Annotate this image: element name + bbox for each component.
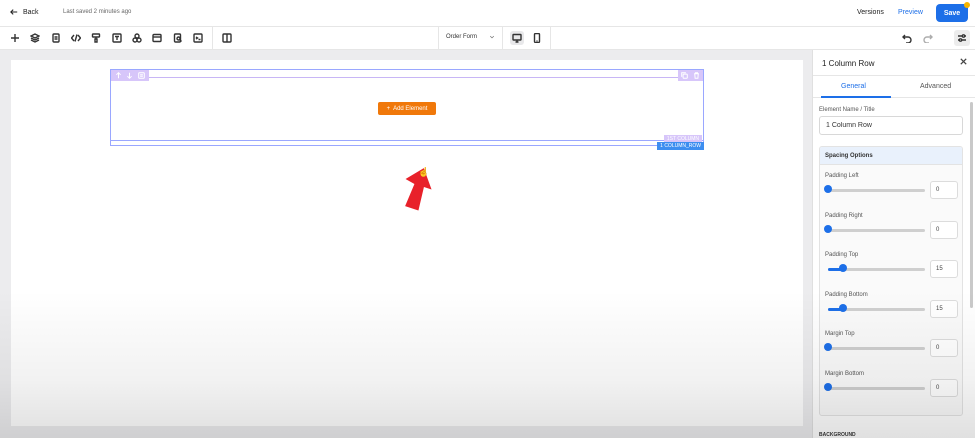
slider-label: Margin Top bbox=[825, 331, 855, 337]
slider-value-input[interactable]: 15 bbox=[930, 299, 958, 318]
slider-group: Margin Top 0 bbox=[820, 331, 962, 369]
slider-track[interactable] bbox=[828, 189, 925, 192]
tab-advanced[interactable]: Advanced bbox=[920, 83, 951, 90]
row-controls-right bbox=[678, 70, 703, 81]
back-button[interactable]: Back bbox=[10, 8, 39, 16]
slider-handle[interactable] bbox=[824, 382, 832, 391]
settings-icon[interactable] bbox=[138, 72, 145, 79]
shapes-icon[interactable] bbox=[131, 32, 143, 44]
form-selector-dropdown[interactable]: Order Form bbox=[446, 34, 495, 40]
preview-button[interactable]: Preview bbox=[898, 9, 923, 16]
slider-value-input[interactable]: 15 bbox=[930, 260, 958, 278]
undo-icon[interactable] bbox=[901, 32, 913, 44]
form-selector-value: Order Form bbox=[446, 34, 478, 40]
add-element-label: Add Element bbox=[393, 105, 428, 112]
editor-toolbar: Order Form bbox=[0, 27, 975, 50]
plus-icon[interactable] bbox=[9, 32, 21, 44]
layout-icon[interactable] bbox=[151, 32, 163, 44]
forms-icon[interactable] bbox=[50, 32, 62, 44]
versions-button[interactable]: Versions bbox=[857, 9, 884, 16]
slider-label: Padding Top bbox=[825, 252, 859, 258]
add-element-button[interactable]: + Add Element bbox=[378, 102, 436, 115]
slider-track[interactable] bbox=[828, 228, 925, 232]
save-label: Save bbox=[943, 9, 961, 17]
arrow-up-icon[interactable] bbox=[115, 72, 122, 79]
hand-cursor-icon: ☝ bbox=[418, 167, 430, 177]
terminal-icon[interactable] bbox=[192, 32, 204, 44]
paint-roller-icon[interactable] bbox=[90, 32, 102, 44]
slider-track[interactable] bbox=[828, 386, 925, 390]
slider-value-input[interactable]: 0 bbox=[930, 220, 958, 239]
desktop-icon[interactable] bbox=[510, 31, 524, 45]
slider-label: Padding Left bbox=[825, 173, 859, 179]
spacing-options-header[interactable]: Spacing Options bbox=[820, 147, 962, 165]
slider-track[interactable] bbox=[828, 347, 925, 350]
arrow-left-icon bbox=[10, 9, 18, 15]
slider-group: Padding Top 15 bbox=[820, 252, 962, 290]
mobile-icon[interactable] bbox=[531, 32, 543, 44]
row-top-border bbox=[111, 70, 703, 78]
row-tag: 1 COLUMN_ROW bbox=[657, 142, 704, 150]
slider-group: Padding Bottom 15 bbox=[820, 291, 962, 330]
text-icon[interactable] bbox=[111, 32, 123, 44]
copy-icon[interactable] bbox=[680, 72, 688, 79]
columns-icon[interactable] bbox=[221, 32, 233, 44]
slider-group: Margin Bottom 0 bbox=[820, 370, 962, 409]
plus-icon: + bbox=[386, 105, 391, 112]
background-section-label[interactable]: BACKGROUND bbox=[819, 432, 856, 438]
tab-general[interactable]: General bbox=[841, 83, 866, 90]
properties-panel: 1 Column Row General Advanced Element Na… bbox=[812, 50, 975, 438]
slider-handle[interactable] bbox=[824, 185, 832, 193]
slider-value-input[interactable]: 0 bbox=[930, 339, 958, 357]
slider-handle[interactable] bbox=[838, 303, 847, 312]
layers-icon[interactable] bbox=[29, 32, 41, 44]
canvas-workspace: + Add Element 1ST COLUMN 1 COLUMN_ROW ☝ bbox=[0, 50, 812, 438]
slider-label: Padding Bottom bbox=[825, 291, 868, 298]
chevron-down-icon bbox=[489, 35, 495, 39]
slider-handle[interactable] bbox=[824, 224, 832, 233]
slider-group: Padding Left 0 bbox=[820, 173, 962, 211]
code-icon[interactable] bbox=[70, 32, 82, 44]
slider-value-input[interactable]: 0 bbox=[930, 378, 958, 397]
notification-dot bbox=[964, 2, 970, 8]
slider-label: Margin Bottom bbox=[825, 370, 865, 377]
element-name-input[interactable] bbox=[819, 116, 963, 135]
slider-handle[interactable] bbox=[824, 343, 832, 351]
slider-value-input[interactable]: 0 bbox=[930, 181, 958, 199]
panel-scrollbar[interactable] bbox=[970, 102, 973, 308]
active-tab-indicator bbox=[821, 96, 891, 98]
settings-sliders-icon[interactable] bbox=[954, 30, 970, 46]
toolbar-divider bbox=[550, 27, 551, 50]
column-bottom-border bbox=[111, 140, 703, 141]
toolbar-divider bbox=[438, 27, 439, 50]
page-canvas[interactable]: + Add Element 1ST COLUMN 1 COLUMN_ROW bbox=[11, 60, 803, 426]
back-label: Back bbox=[23, 8, 39, 16]
panel-header: 1 Column Row bbox=[813, 50, 975, 76]
top-bar: Back Last saved 2 minutes ago Versions P… bbox=[0, 0, 975, 27]
spacing-options-title: Spacing Options bbox=[825, 153, 873, 159]
slider-group: Padding Right 0 bbox=[820, 212, 962, 251]
toolbar-divider bbox=[212, 27, 213, 50]
save-status-text: Last saved 2 minutes ago bbox=[63, 9, 132, 15]
redo-icon[interactable] bbox=[922, 32, 934, 44]
save-button[interactable]: Save bbox=[936, 2, 970, 22]
search-file-icon[interactable] bbox=[172, 32, 184, 44]
row-controls-left bbox=[111, 70, 149, 81]
toolbar-divider bbox=[502, 27, 503, 50]
column-row-section[interactable]: + Add Element 1ST COLUMN 1 COLUMN_ROW bbox=[110, 69, 704, 150]
arrow-down-icon[interactable] bbox=[126, 72, 133, 79]
slider-label: Padding Right bbox=[825, 212, 863, 219]
panel-title: 1 Column Row bbox=[822, 59, 875, 68]
slider-handle[interactable] bbox=[838, 264, 847, 272]
element-name-label: Element Name / Title bbox=[819, 107, 875, 113]
close-icon[interactable] bbox=[959, 57, 968, 66]
spacing-options-section: Spacing Options Padding Left 0 Padding Rig… bbox=[819, 146, 963, 416]
panel-tabs: General Advanced bbox=[813, 76, 975, 98]
trash-icon[interactable] bbox=[693, 72, 700, 79]
